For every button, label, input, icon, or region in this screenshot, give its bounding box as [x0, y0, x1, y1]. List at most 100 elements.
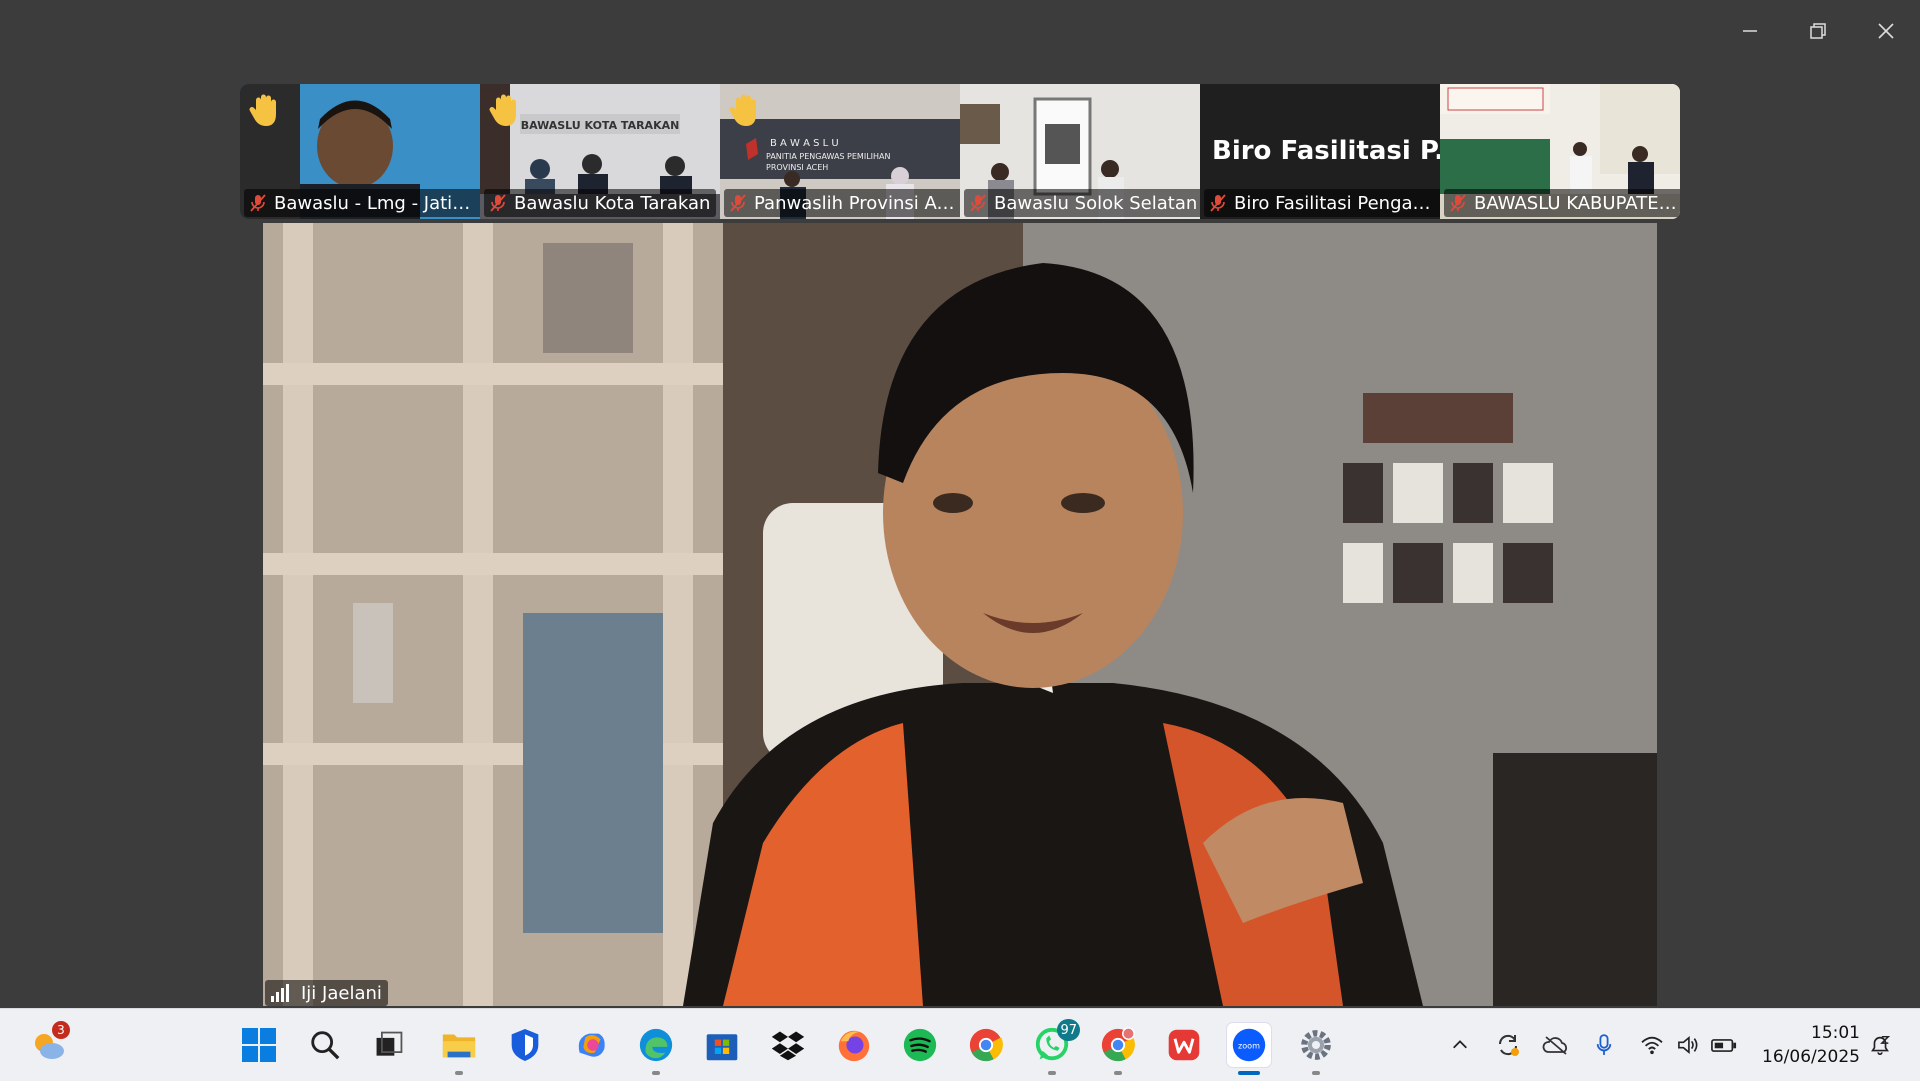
onedrive-tray-icon[interactable] — [1542, 1031, 1570, 1059]
firefox-icon — [838, 1030, 870, 1062]
zoom-icon: zoom — [1232, 1028, 1266, 1062]
shield-icon — [511, 1029, 539, 1061]
running-indicator — [652, 1071, 660, 1075]
search-icon — [311, 1031, 340, 1060]
speaker-video-frame — [263, 223, 1657, 1006]
participant-name: BAWASLU KABUPATEN... — [1474, 192, 1680, 214]
participant-name-bar: Panwaslih Provinsi Aceh — [724, 189, 960, 217]
tarakan-signage: BAWASLU KOTA TARAKAN — [521, 119, 680, 132]
active-speaker-video[interactable] — [263, 223, 1657, 1006]
minimize-button[interactable] — [1716, 0, 1784, 62]
participant-name-bar: Bawaslu Solok Selatan — [964, 189, 1200, 217]
battery-tray-icon[interactable] — [1710, 1031, 1738, 1059]
spotify-icon — [903, 1028, 937, 1062]
participant-name-bar: BAWASLU KABUPATEN... — [1444, 189, 1680, 217]
participant-tile[interactable]: Bawaslu - Lmg - Jatim ... — [240, 84, 480, 219]
notification-center-button[interactable] — [1866, 1031, 1894, 1059]
participant-name: Biro Fasilitasi Pengawa... — [1234, 192, 1440, 214]
speaker-icon — [1678, 1035, 1698, 1055]
active-speaker-label: Iji Jaelani — [265, 980, 388, 1006]
gear-icon — [1301, 1030, 1331, 1060]
participant-name: Bawaslu Solok Selatan — [994, 192, 1198, 214]
whatsapp-button[interactable]: 97 — [1030, 1019, 1080, 1075]
close-button[interactable] — [1852, 0, 1920, 62]
taskbar: 3 97 zoom 15:01 16/06/2025 — [0, 1008, 1920, 1081]
wps-office-button[interactable] — [1162, 1023, 1206, 1067]
chevron-up-icon — [1453, 1040, 1467, 1049]
signal-strength-icon — [271, 984, 289, 1002]
running-indicator — [1048, 1071, 1056, 1075]
wifi-tray-icon[interactable] — [1638, 1031, 1666, 1059]
search-button[interactable] — [303, 1023, 347, 1067]
minimize-icon — [1743, 30, 1757, 32]
zoom-button[interactable]: zoom — [1227, 1023, 1271, 1075]
running-indicator — [1312, 1071, 1320, 1075]
task-view-button[interactable] — [367, 1023, 411, 1067]
microsoft-store-button[interactable] — [700, 1023, 744, 1067]
participant-name-bar: Bawaslu - Lmg - Jatim ... — [244, 189, 480, 217]
participant-video-off-name: Biro Fasilitasi P... — [1212, 136, 1440, 166]
participant-tile[interactable]: B A W A S L U PANITIA PENGAWAS PEMILIHAN… — [720, 84, 960, 219]
active-speaker-name: Iji Jaelani — [301, 982, 382, 1004]
firefox-button[interactable] — [832, 1023, 876, 1067]
participant-tile[interactable]: BAWASLU KOTA TARAKAN Bawaslu Kota Taraka… — [480, 84, 720, 219]
show-hidden-icons-button[interactable] — [1446, 1031, 1474, 1059]
file-explorer-button[interactable] — [437, 1023, 481, 1075]
participant-tile[interactable]: BAWASLU KABUPATEN... — [1440, 84, 1680, 219]
active-indicator — [1238, 1071, 1260, 1075]
wps-icon — [1168, 1029, 1200, 1061]
microphone-tray-icon[interactable] — [1590, 1031, 1618, 1059]
bitwarden-button[interactable] — [503, 1023, 547, 1067]
spotify-button[interactable] — [898, 1023, 942, 1067]
copilot-icon — [578, 1033, 605, 1057]
aceh-signage-line3: PROVINSI ACEH — [766, 163, 828, 172]
weather-widget[interactable]: 3 — [26, 1021, 70, 1067]
start-button[interactable] — [237, 1023, 281, 1067]
chrome-button[interactable] — [964, 1023, 1008, 1067]
sync-icon — [1498, 1034, 1519, 1056]
copilot-button[interactable] — [569, 1023, 613, 1067]
participant-tile[interactable]: Bawaslu Solok Selatan — [960, 84, 1200, 219]
muted-mic-icon — [1450, 194, 1466, 212]
clock[interactable]: 15:01 16/06/2025 — [1762, 1021, 1860, 1069]
store-icon — [706, 1034, 738, 1061]
clock-date: 16/06/2025 — [1762, 1047, 1860, 1067]
window-controls — [1716, 0, 1920, 62]
wifi-icon — [1641, 1036, 1663, 1055]
raised-hand-icon — [729, 94, 756, 126]
windows-logo-icon — [242, 1028, 276, 1062]
cloud-offline-icon — [1542, 1036, 1567, 1055]
participant-name: Panwaslih Provinsi Aceh — [754, 192, 960, 214]
participant-tile[interactable]: Biro Fasilitasi P... Biro Fasilitasi Pen… — [1200, 84, 1440, 219]
clock-time: 15:01 — [1811, 1023, 1860, 1043]
participant-name: Bawaslu - Lmg - Jatim ... — [274, 192, 480, 214]
folder-icon — [442, 1034, 476, 1058]
muted-mic-icon — [970, 194, 986, 212]
raised-hand-icon — [249, 94, 276, 126]
chrome-icon — [969, 1028, 1003, 1062]
participant-strip: Bawaslu - Lmg - Jatim ... BAWASLU KOTA T… — [240, 84, 1680, 219]
microphone-icon — [1596, 1034, 1612, 1055]
dropbox-icon — [771, 1031, 805, 1061]
chrome-profile-button[interactable] — [1096, 1023, 1140, 1075]
participant-name: Bawaslu Kota Tarakan — [514, 192, 711, 214]
settings-button[interactable] — [1294, 1023, 1338, 1075]
volume-tray-icon[interactable] — [1674, 1031, 1702, 1059]
dropbox-button[interactable] — [766, 1023, 810, 1067]
task-view-icon — [376, 1031, 403, 1056]
battery-icon — [1711, 1038, 1737, 1052]
weather-badge: 3 — [52, 1021, 70, 1039]
participant-name-bar: Bawaslu Kota Tarakan — [484, 189, 717, 217]
edge-icon — [639, 1028, 673, 1062]
muted-mic-icon — [1210, 194, 1226, 212]
notification-bell-icon — [1871, 1035, 1891, 1056]
muted-mic-icon — [250, 194, 266, 212]
close-icon — [1878, 23, 1894, 39]
participant-name-bar: Biro Fasilitasi Pengawa... — [1204, 189, 1440, 217]
muted-mic-icon — [730, 194, 746, 212]
zoom-label: zoom — [1238, 1041, 1260, 1051]
restore-button[interactable] — [1784, 0, 1852, 62]
edge-button[interactable] — [634, 1023, 678, 1075]
sync-tray-icon[interactable] — [1494, 1031, 1522, 1059]
aceh-signage-line2: PANITIA PENGAWAS PEMILIHAN — [766, 152, 891, 161]
